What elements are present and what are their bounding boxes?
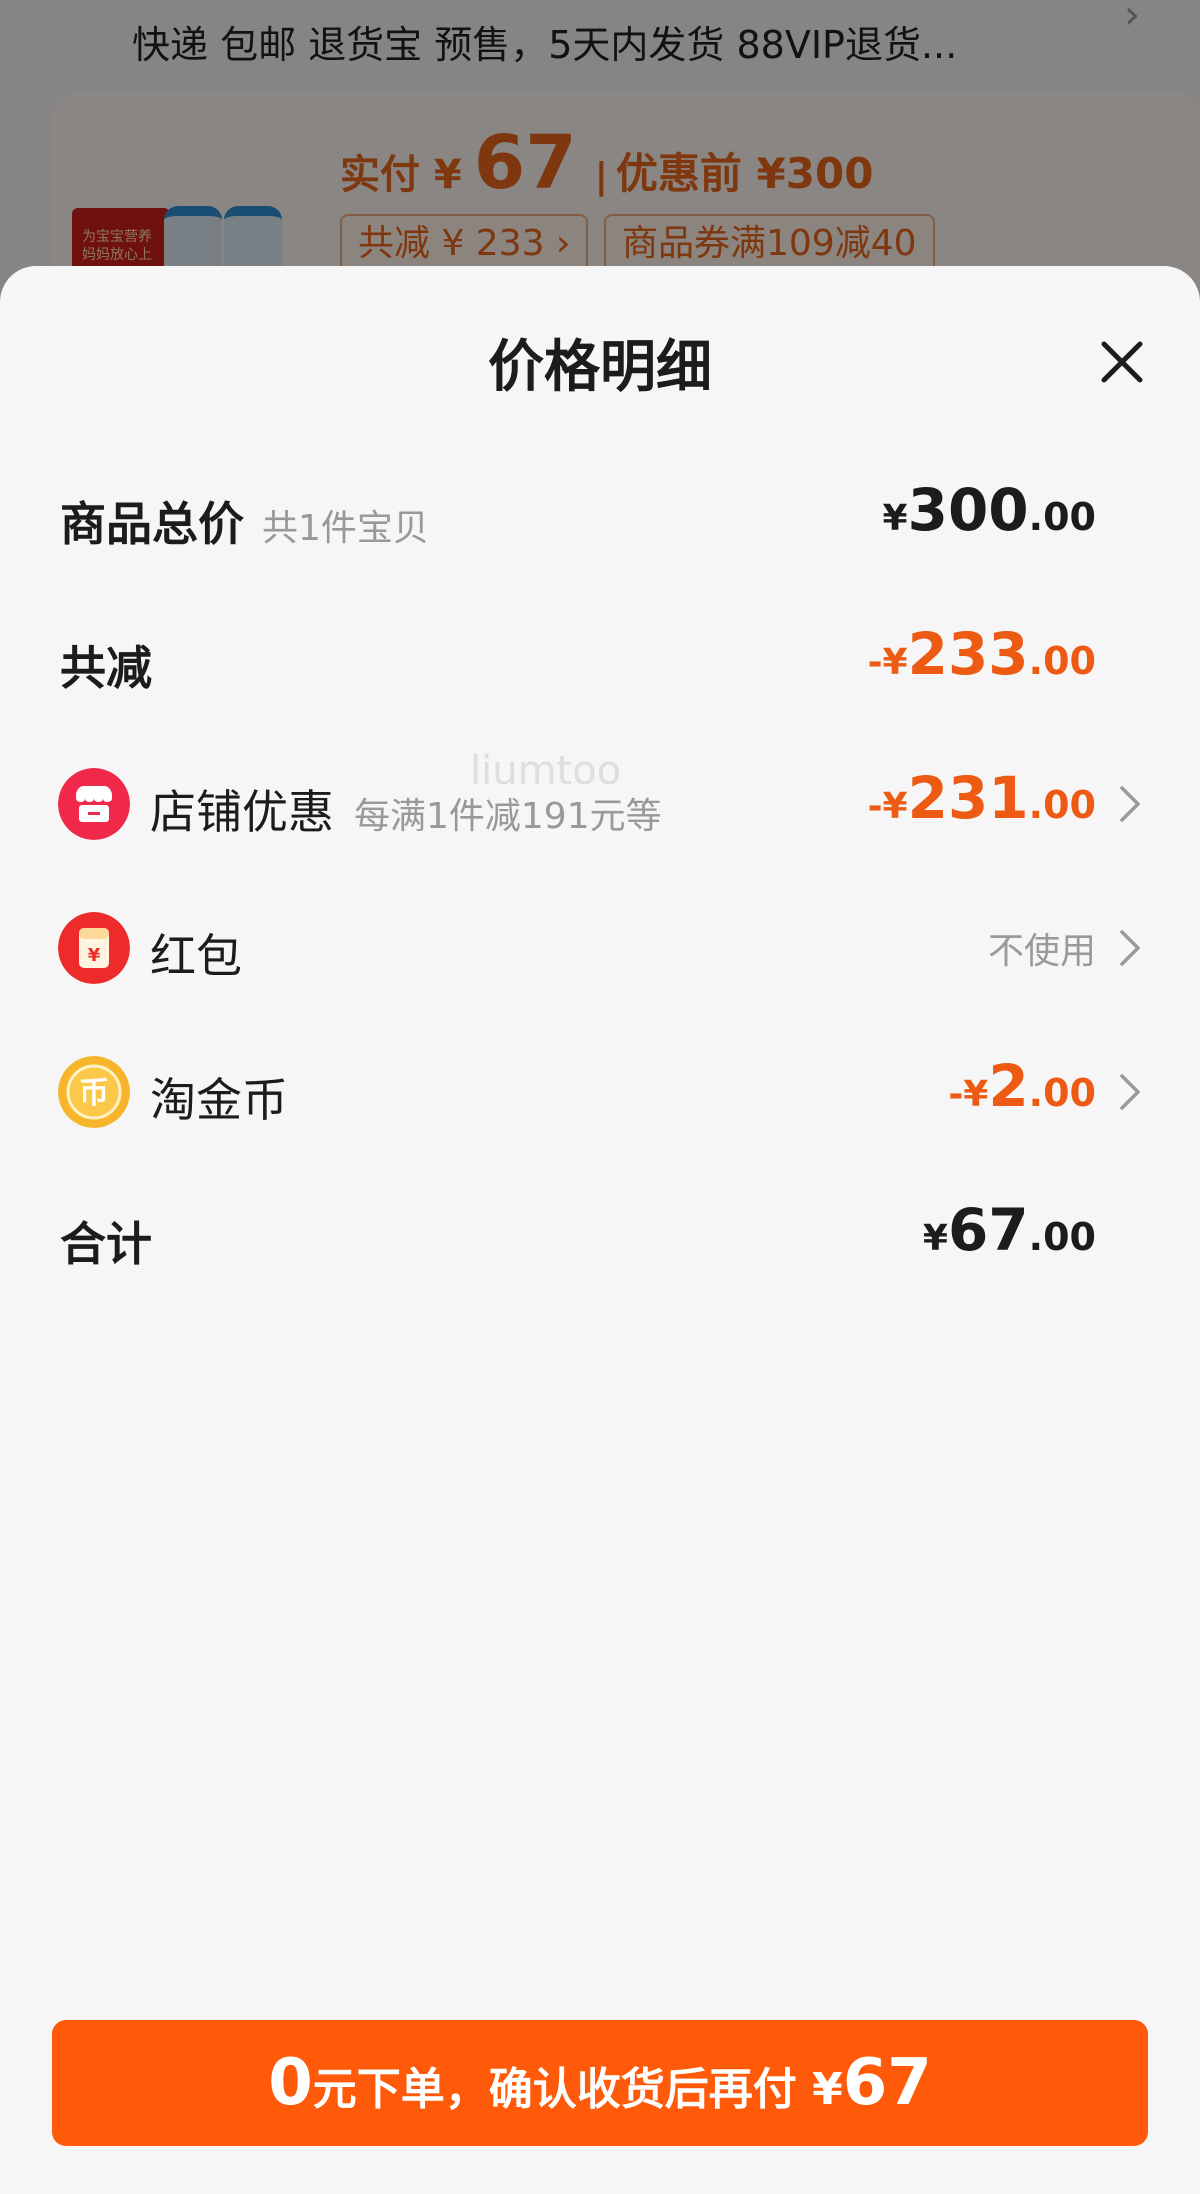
red-packet-status: 不使用 [987, 931, 1096, 972]
goods-total-row: 商品总价 共1件宝贝 ¥300.00 [0, 476, 1200, 556]
goods-count: 共1件宝贝 [262, 508, 429, 549]
svg-text:¥: ¥ [88, 945, 101, 966]
sum-label: 合计 [60, 1217, 152, 1271]
store-icon [58, 768, 130, 840]
chevron-right-icon [1120, 930, 1140, 966]
total-reduction-row: 共减 -¥233.00 [0, 620, 1200, 700]
total-reduction-label: 共减 [60, 641, 152, 695]
confirm-order-button[interactable]: 0元下单，确认收货后再付 ¥67 [52, 2020, 1148, 2146]
watermark: liumtoo [470, 748, 622, 794]
sum-row: 合计 ¥67.00 [0, 1196, 1200, 1276]
taojinbi-label: 淘金币 [150, 1073, 288, 1127]
taojinbi-row[interactable]: 币 淘金币 -¥2.00 [0, 1052, 1200, 1132]
total-reduction-amount: -¥233.00 [867, 620, 1096, 688]
store-discount-desc: 每满1件减191元等 [354, 796, 662, 837]
overlay-mask[interactable] [0, 0, 1200, 300]
goods-total-label: 商品总价 共1件宝贝 [60, 497, 429, 551]
coin-icon: 币 [58, 1056, 130, 1128]
red-packet-label: 红包 [150, 929, 242, 983]
red-packet-row[interactable]: ¥ 红包 不使用 [0, 908, 1200, 988]
close-icon[interactable] [1098, 338, 1146, 386]
sheet-title: 价格明细 [488, 335, 712, 400]
svg-text:币: 币 [79, 1076, 109, 1111]
red-packet-icon: ¥ [58, 912, 130, 984]
sum-amount: ¥67.00 [922, 1196, 1096, 1264]
chevron-right-icon [1120, 1074, 1140, 1110]
price-detail-sheet: 价格明细 商品总价 共1件宝贝 ¥300.00 共减 -¥233.00 店铺优惠每… [0, 266, 1200, 2194]
taojinbi-amount: -¥2.00 [948, 1052, 1096, 1120]
goods-total-amount: ¥300.00 [882, 476, 1096, 544]
store-discount-amount: -¥231.00 [867, 764, 1096, 832]
chevron-right-icon [1120, 786, 1140, 822]
